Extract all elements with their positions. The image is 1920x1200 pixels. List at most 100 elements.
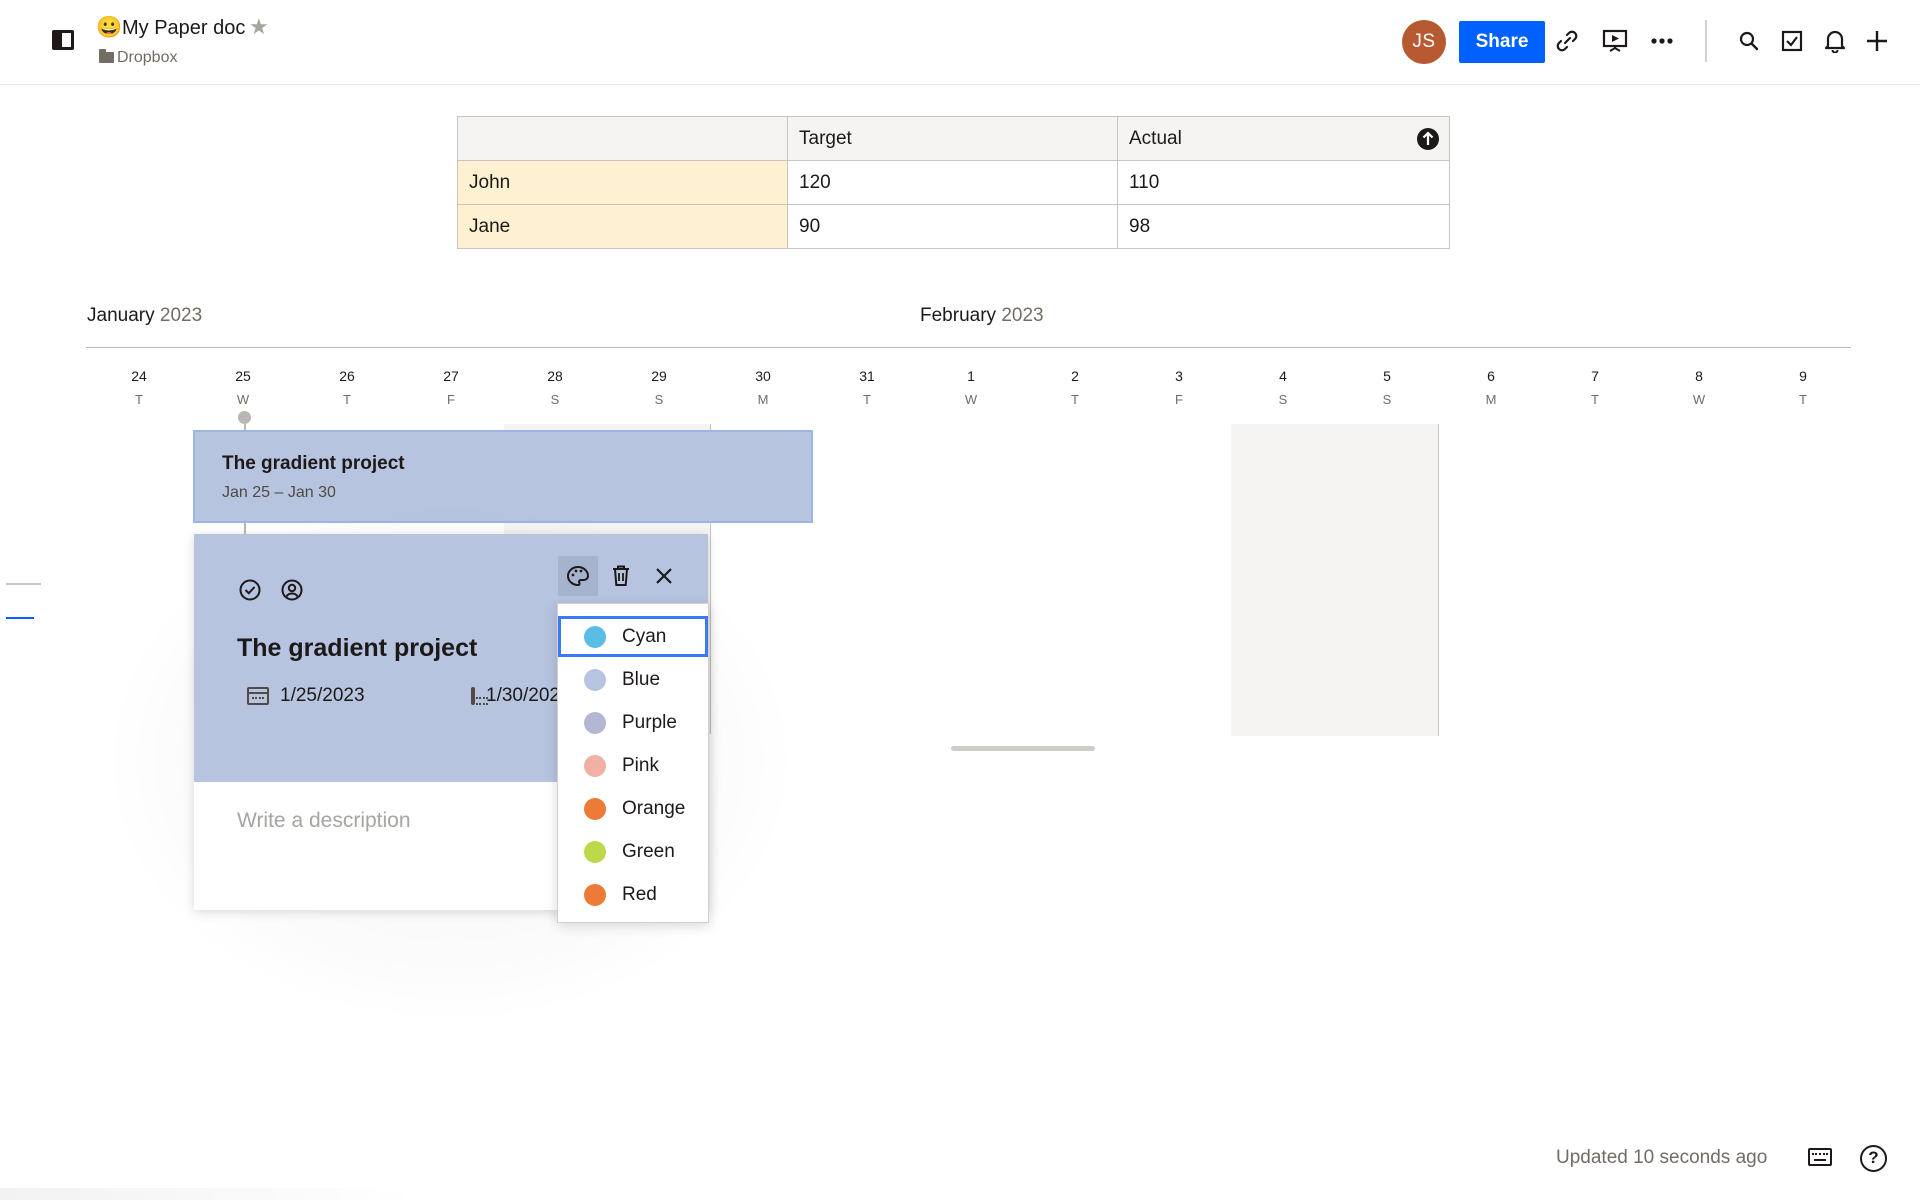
plus-icon[interactable] [1862, 26, 1892, 56]
color-swatch [584, 797, 606, 820]
day-weekday: T [343, 392, 351, 407]
sort-arrow-icon[interactable] [1417, 128, 1439, 150]
day-column: 4S [1231, 368, 1335, 408]
table-cell[interactable]: 110 [1117, 160, 1450, 205]
search-icon[interactable] [1734, 26, 1764, 56]
day-column: 3F [1127, 368, 1231, 408]
assignee-icon[interactable] [280, 578, 304, 607]
timeline-divider [86, 347, 1851, 348]
table-header-cell[interactable] [457, 116, 788, 161]
day-weekday: W [964, 392, 978, 407]
color-label: Pink [622, 754, 659, 776]
table-cell[interactable]: John [457, 160, 788, 205]
day-column: 25 W [191, 368, 295, 408]
bell-icon[interactable] [1820, 26, 1850, 56]
card-title[interactable]: The gradient project [237, 634, 477, 663]
color-option-blue[interactable]: Blue [558, 659, 708, 700]
table-header-cell[interactable]: Actual [1117, 116, 1450, 161]
end-date-field[interactable]: 1/30/2023 [471, 685, 557, 707]
table-row: John 120 110 [457, 160, 1450, 205]
color-swatch [584, 840, 606, 863]
horizontal-scrollbar[interactable] [951, 746, 1095, 751]
color-swatch [584, 625, 606, 648]
description-input[interactable]: Write a description [237, 809, 411, 833]
day-column: 24 T [87, 368, 191, 408]
calendar-icon [471, 687, 488, 705]
day-column: 6M [1439, 368, 1543, 408]
present-icon[interactable] [1600, 26, 1630, 56]
table-cell[interactable]: 90 [787, 204, 1118, 249]
day-column: 7T [1543, 368, 1647, 408]
day-weekday: S [1278, 392, 1288, 407]
color-option-red[interactable]: Red [558, 874, 708, 915]
trash-icon[interactable] [601, 556, 641, 596]
color-option-purple[interactable]: Purple [558, 702, 708, 743]
day-number: 5 [1383, 368, 1391, 384]
day-weekday: T [1591, 392, 1599, 407]
day-number: 24 [131, 368, 147, 384]
share-button[interactable]: Share [1459, 21, 1545, 63]
color-option-cyan[interactable]: Cyan [558, 616, 708, 657]
day-number: 28 [547, 368, 563, 384]
day-weekday: F [447, 392, 455, 407]
table-header-row: Target Actual [457, 116, 1450, 161]
end-date-text: 1/30/2023 [486, 685, 557, 706]
color-option-orange[interactable]: Orange [558, 788, 708, 829]
day-column: 28 S [503, 368, 607, 408]
folder-icon [99, 49, 114, 63]
star-icon[interactable]: ★ [249, 15, 269, 39]
table-cell[interactable]: 120 [787, 160, 1118, 205]
palette-icon[interactable] [558, 556, 598, 596]
day-column: 29 S [607, 368, 711, 408]
checklist-icon[interactable] [1777, 26, 1807, 56]
day-column: 27 F [399, 368, 503, 408]
day-weekday: W [236, 392, 250, 407]
close-icon[interactable] [644, 556, 684, 596]
color-label: Green [622, 840, 675, 862]
day-column: 1W [919, 368, 1023, 408]
day-weekday: T [1071, 392, 1079, 407]
month-name: January [87, 305, 155, 326]
day-number: 7 [1591, 368, 1599, 384]
check-circle-icon[interactable] [238, 578, 262, 607]
table-header-cell[interactable]: Target [787, 116, 1118, 161]
doc-emoji-icon[interactable]: 😀 [96, 16, 122, 40]
breadcrumb-folder[interactable]: Dropbox [117, 49, 177, 67]
bar-title: The gradient project [222, 453, 405, 474]
day-number: 31 [859, 368, 875, 384]
day-number: 8 [1695, 368, 1703, 384]
day-weekday: S [1382, 392, 1392, 407]
day-number: 9 [1799, 368, 1807, 384]
day-column: 2T [1023, 368, 1127, 408]
link-icon[interactable] [1552, 26, 1582, 56]
color-swatch [584, 883, 606, 906]
day-column: 8W [1647, 368, 1751, 408]
sidebar-toggle-icon[interactable] [52, 30, 74, 50]
color-option-pink[interactable]: Pink [558, 745, 708, 786]
outline-marker[interactable] [6, 583, 41, 585]
day-number: 27 [443, 368, 459, 384]
calendar-icon [247, 687, 269, 705]
help-icon[interactable]: ? [1860, 1145, 1887, 1172]
more-icon[interactable] [1647, 26, 1677, 56]
day-weekday: M [757, 392, 769, 407]
color-label: Blue [622, 668, 661, 690]
table-cell[interactable]: 98 [1117, 204, 1450, 249]
color-swatch [584, 711, 606, 734]
color-option-green[interactable]: Green [558, 831, 708, 872]
outline-marker-active[interactable] [6, 617, 34, 619]
color-label: Red [622, 883, 657, 905]
month-name: February [920, 305, 997, 326]
doc-title[interactable]: My Paper doc [122, 16, 245, 40]
day-number: 29 [651, 368, 667, 384]
day-column: 26 T [295, 368, 399, 408]
month-label: February 2023 [920, 304, 1044, 328]
table-cell[interactable]: Jane [457, 204, 788, 249]
avatar[interactable]: JS [1402, 20, 1446, 64]
keyboard-shortcuts-icon[interactable] [1808, 1148, 1832, 1166]
weekend-shade [1231, 424, 1438, 736]
day-weekday: T [1799, 392, 1807, 407]
month-label: January 2023 [87, 304, 202, 328]
start-date-field[interactable]: 1/25/2023 [247, 685, 365, 707]
header-divider [1705, 20, 1707, 62]
